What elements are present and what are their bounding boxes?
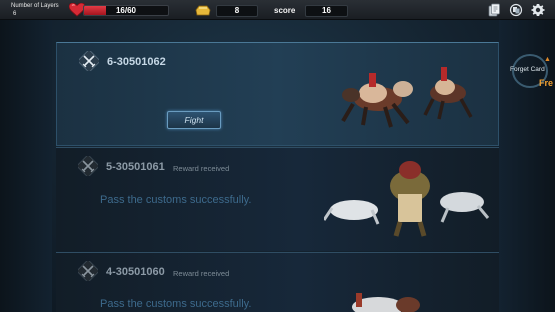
top-status-bar: Number of Layers 6 16/60 8 score 16 bbox=[0, 0, 555, 20]
gear-icon[interactable] bbox=[531, 3, 545, 17]
stage-id: 4-30501060 bbox=[106, 266, 165, 278]
hp-text: 16/60 bbox=[115, 6, 137, 15]
card-deck-icon[interactable] bbox=[487, 3, 501, 17]
arrow-up-icon: ▲ bbox=[544, 56, 551, 63]
free-label: Fre bbox=[539, 78, 554, 88]
hp-bar: 16/60 bbox=[83, 5, 169, 16]
forget-card-label: Forget Card bbox=[510, 66, 545, 73]
fight-button[interactable]: Fight bbox=[167, 111, 221, 129]
stage-id: 5-30501061 bbox=[106, 161, 165, 173]
stage-card-completed: 5-30501061 Reward received Pass the cust… bbox=[56, 147, 499, 251]
crossed-swords-icon bbox=[78, 156, 98, 176]
pass-message: Pass the customs successfully. bbox=[100, 194, 252, 206]
monster-group-werewolves bbox=[341, 67, 473, 128]
stage-card-active[interactable]: 6-30501062 Fight bbox=[56, 42, 499, 146]
stage-id: 6-30501062 bbox=[107, 56, 166, 68]
reward-status: Reward received bbox=[173, 164, 230, 173]
layers-title: Number of Layers bbox=[11, 3, 59, 9]
left-side-panel bbox=[0, 20, 52, 312]
monster-group-partial bbox=[352, 293, 420, 312]
crossed-swords-icon bbox=[78, 261, 98, 281]
gold-counter: 8 bbox=[216, 5, 258, 17]
layers-value: 6 bbox=[13, 11, 17, 17]
score-label: score bbox=[274, 6, 296, 15]
cards-swap-icon[interactable] bbox=[509, 3, 523, 17]
reward-status: Reward received bbox=[173, 269, 230, 278]
monster-group-orc-wolves bbox=[324, 161, 490, 237]
pass-message: Pass the customs successfully. bbox=[100, 298, 252, 310]
crossed-swords-icon bbox=[79, 51, 99, 71]
gold-ingot-icon bbox=[195, 5, 211, 16]
score-counter: 16 bbox=[305, 5, 348, 17]
stage-card-completed: 4-30501060 Reward received Pass the cust… bbox=[56, 252, 499, 312]
